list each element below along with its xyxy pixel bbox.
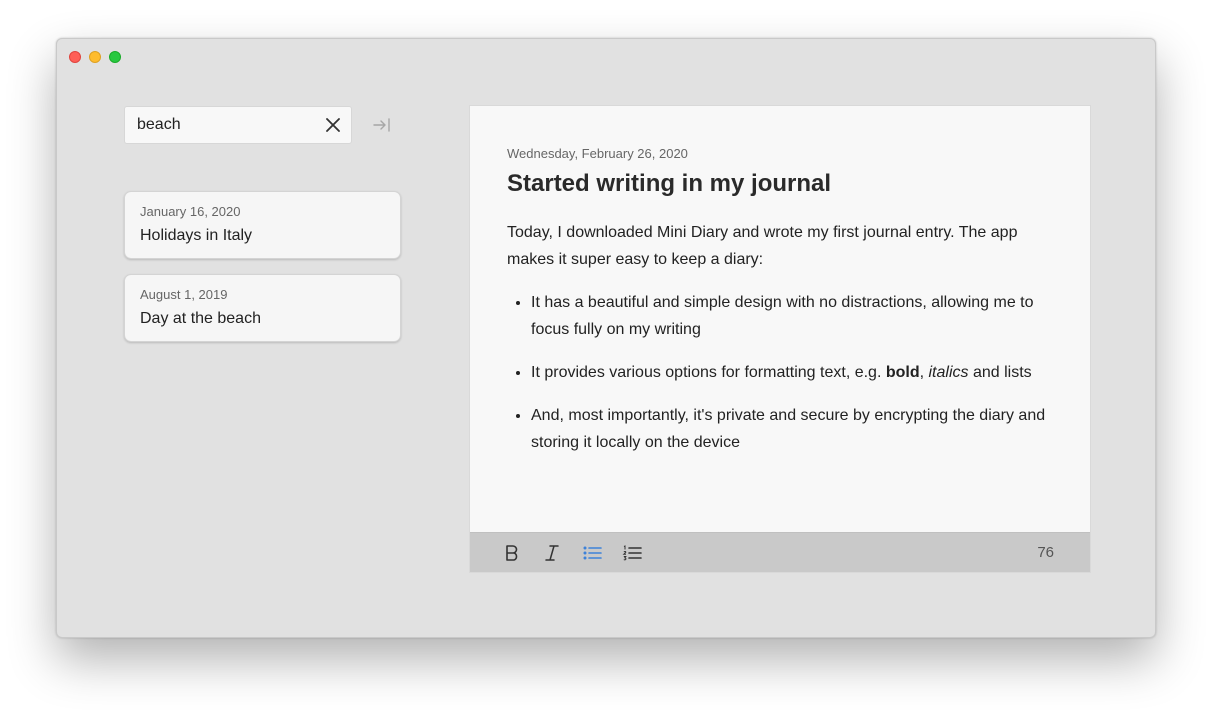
window-controls	[69, 51, 121, 63]
editor-date: Wednesday, February 26, 2020	[507, 146, 688, 161]
numbered-list-icon	[622, 545, 642, 561]
app-window: January 16, 2020 Holidays in Italy Augus…	[56, 38, 1156, 638]
bullet-text: And, most importantly, it's private and …	[531, 407, 1046, 451]
entry-list-item[interactable]: January 16, 2020 Holidays in Italy	[124, 191, 401, 259]
entry-list-item[interactable]: August 1, 2019 Day at the beach	[124, 274, 401, 342]
close-window-button[interactable]	[69, 51, 81, 63]
word-count: 76	[1037, 544, 1054, 561]
bullet-text: It provides various options for formatti…	[531, 364, 886, 381]
editor-title[interactable]: Started writing in my journal	[507, 170, 831, 198]
arrow-to-right-icon	[373, 118, 390, 132]
entry-title: Holidays in Italy	[140, 227, 253, 244]
minimize-window-button[interactable]	[89, 51, 101, 63]
editor-bullet-item: It has a beautiful and simple design wit…	[531, 289, 1055, 343]
editor-bullet-item: And, most importantly, it's private and …	[531, 402, 1055, 456]
clear-search-button[interactable]	[325, 117, 341, 133]
bold-text: bold	[885, 364, 920, 381]
numbered-list-button[interactable]	[622, 543, 642, 563]
entry-editor: Wednesday, February 26, 2020 Started wri…	[469, 105, 1091, 573]
search-input[interactable]	[137, 107, 317, 143]
bullet-list-button[interactable]	[582, 543, 602, 563]
italic-button[interactable]	[542, 543, 562, 563]
bullet-text: It has a beautiful and simple design wit…	[531, 294, 1034, 338]
entry-title: Day at the beach	[140, 310, 261, 327]
editor-bullet-list: It has a beautiful and simple design wit…	[507, 289, 1055, 456]
bullet-list-icon	[583, 546, 602, 560]
editor-paragraph: Today, I downloaded Mini Diary and wrote…	[507, 224, 1018, 268]
editor-body[interactable]: Today, I downloaded Mini Diary and wrote…	[507, 219, 1055, 472]
bullet-text: and lists	[968, 364, 1032, 381]
italic-icon	[545, 545, 559, 561]
bold-icon	[506, 545, 518, 561]
formatting-toolbar: 76	[470, 532, 1090, 572]
jump-to-today-button[interactable]	[373, 117, 391, 133]
bold-button[interactable]	[502, 543, 522, 563]
entry-date: January 16, 2020	[140, 204, 241, 219]
search-box	[124, 106, 352, 144]
entry-date: August 1, 2019	[140, 287, 228, 302]
editor-bullet-item: It provides various options for formatti…	[531, 359, 1055, 386]
close-x-icon	[326, 118, 340, 132]
italic-text: italics	[928, 364, 969, 381]
maximize-window-button[interactable]	[109, 51, 121, 63]
bullet-text: ,	[919, 364, 929, 381]
